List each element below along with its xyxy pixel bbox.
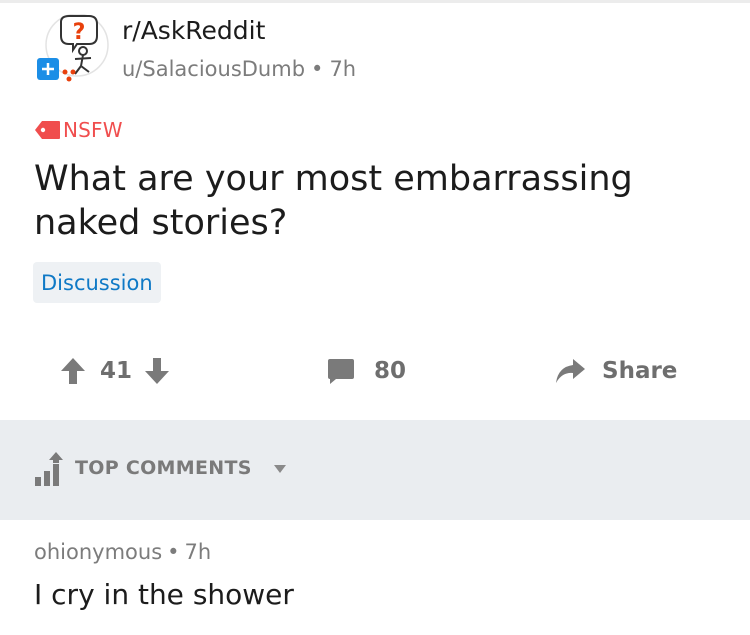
share-arrow-icon	[556, 359, 585, 383]
vote-controls: 41	[60, 352, 170, 390]
meta-separator: •	[311, 57, 324, 81]
flair-label: Discussion	[41, 270, 153, 295]
svg-text:?: ?	[73, 20, 86, 45]
subreddit-avatar-icon[interactable]: ?	[33, 14, 109, 84]
comment-age: 7h	[184, 540, 212, 564]
sort-label[interactable]: TOP COMMENTS	[75, 457, 252, 479]
post-meta: u/SalaciousDumb • 7h	[122, 57, 356, 81]
comment-body: I cry in the shower	[34, 578, 294, 611]
post-age: 7h	[329, 57, 357, 81]
upvote-arrow-icon[interactable]	[60, 356, 86, 386]
sort-bars-icon[interactable]	[33, 451, 67, 487]
comments-button[interactable]: 80	[326, 352, 406, 390]
post-author[interactable]: u/SalaciousDumb	[122, 57, 305, 81]
nsfw-tag-icon	[35, 121, 60, 139]
vote-score: 41	[100, 358, 133, 384]
chevron-down-icon[interactable]	[272, 463, 288, 475]
nsfw-label: NSFW	[63, 118, 123, 142]
comment-separator: •	[167, 540, 180, 564]
share-label: Share	[602, 358, 678, 384]
post-title[interactable]: What are your most embarrassing naked st…	[34, 157, 674, 245]
subreddit-name[interactable]: r/AskReddit	[122, 16, 265, 45]
comment-bubble-icon	[328, 359, 354, 384]
comment-author[interactable]: ohionymous	[34, 540, 162, 564]
comment-meta: ohionymous • 7h	[34, 540, 211, 564]
share-button[interactable]: Share	[554, 352, 677, 390]
nsfw-badge: NSFW	[34, 116, 123, 144]
post-flair[interactable]: Discussion	[33, 262, 161, 303]
downvote-arrow-icon[interactable]	[144, 356, 170, 386]
comment-count: 80	[374, 358, 407, 384]
top-divider	[0, 0, 750, 3]
